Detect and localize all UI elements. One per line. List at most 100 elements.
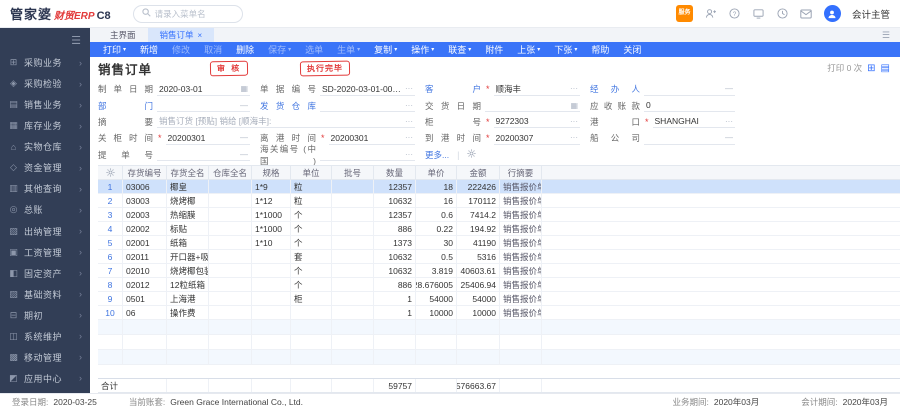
lookup-dash-icon[interactable]: — [240, 133, 248, 142]
toolbar-button-15[interactable]: 帮助 [584, 43, 616, 56]
lookup-dash-icon[interactable]: — [240, 101, 248, 110]
table-row-5[interactable]: 502001纸箱 1*10个 13733041190销售报价单... [98, 236, 900, 250]
lookup-ellipsis-icon[interactable]: ··· [405, 133, 413, 142]
column-header-code[interactable]: 存货编号 [123, 166, 167, 179]
toolbar-button-13[interactable]: 上张 ▾ [510, 43, 547, 56]
sidebar-item-7[interactable]: ▥ 其他查询 › [0, 178, 90, 199]
sidebar-item-13[interactable]: ⊟ 期初 › [0, 305, 90, 326]
lookup-ellipsis-icon[interactable]: ··· [405, 150, 413, 159]
tab-list-icon[interactable]: ☰ [872, 28, 900, 42]
field-input[interactable]: ▦ [485, 99, 580, 113]
toolbar-button-2[interactable]: 新增 [133, 43, 165, 56]
user-avatar[interactable] [823, 5, 841, 22]
close-tab-icon[interactable]: × [198, 31, 203, 40]
sidebar-item-5[interactable]: ⌂ 实物仓库 › [0, 136, 90, 157]
column-header-name[interactable]: 存货全名 [167, 166, 209, 179]
field-input[interactable]: 0 [644, 99, 735, 113]
lookup-ellipsis-icon[interactable]: ··· [725, 117, 733, 126]
table-row-3[interactable]: 302003热缩膜 1*1000个 123570.67414.2销售报价单... [98, 208, 900, 222]
field-input[interactable]: 20200307 ··· [493, 132, 580, 145]
sidebar-item-12[interactable]: ▨ 基础资料 › [0, 284, 90, 305]
mail-icon[interactable] [800, 7, 813, 20]
table-row-9[interactable]: 90501上海港柜15400054000销售报价单... [98, 292, 900, 306]
toolbar-button-12[interactable]: 附件 [478, 43, 510, 56]
column-header-price[interactable]: 单价 [416, 166, 457, 179]
field-label[interactable]: 客户 [425, 83, 481, 95]
lookup-ellipsis-icon[interactable]: ··· [405, 101, 413, 110]
lookup-ellipsis-icon[interactable]: ··· [405, 117, 413, 126]
tab-home[interactable]: 主界面 [98, 28, 148, 42]
toolbar-button-1[interactable]: 打印 ▾ [96, 43, 133, 56]
table-row-6[interactable]: 602011开口器+吸管 套 106320.55316销售报价单... [98, 250, 900, 264]
sidebar-item-1[interactable]: ⊞ 采购业务 › [0, 52, 90, 73]
sidebar-item-2[interactable]: ◈ 采购检验 › [0, 73, 90, 94]
more-fields-link[interactable]: 更多... [425, 149, 449, 161]
current-user-name[interactable]: 会计主管 [852, 7, 890, 21]
field-input[interactable]: ··· [320, 99, 415, 113]
help-icon[interactable]: ? [728, 7, 741, 20]
lookup-ellipsis-icon[interactable]: ··· [570, 84, 578, 93]
sidebar-item-15[interactable]: ▩ 移动管理 › [0, 347, 90, 368]
table-row-8[interactable]: 80201212粒纸箱 个 88628.67600525406.94销售报价单... [98, 278, 900, 292]
field-input[interactable]: SD-2020-03-01-00005 ··· [320, 83, 415, 96]
field-label[interactable]: 部门 [98, 100, 153, 112]
field-input[interactable]: — [644, 83, 735, 96]
sidebar-item-14[interactable]: ◫ 系统维护 › [0, 326, 90, 347]
panel-view-icon[interactable]: ▤ [881, 63, 890, 74]
field-input[interactable]: — [157, 148, 250, 162]
monitor-icon[interactable] [752, 7, 765, 20]
gear-icon[interactable] [467, 149, 477, 160]
toolbar-button-5[interactable]: 删除 [229, 43, 261, 56]
sidebar-item-9[interactable]: ▧ 出纳管理 › [0, 221, 90, 242]
calendar-icon[interactable]: ▦ [240, 84, 248, 93]
column-header-batch[interactable]: 批号 [332, 166, 374, 179]
lookup-ellipsis-icon[interactable]: ··· [570, 117, 578, 126]
column-header-memo[interactable]: 行摘要 [500, 166, 542, 179]
toolbar-button-10[interactable]: 操作 ▾ [404, 43, 441, 56]
column-header-amount[interactable]: 金额 [457, 166, 500, 179]
lookup-ellipsis-icon[interactable]: ··· [405, 84, 413, 93]
column-header-qty[interactable]: 数量 [374, 166, 416, 179]
toolbar-button-16[interactable]: 关闭 [616, 43, 648, 56]
field-label[interactable]: 经办人 [590, 83, 640, 95]
table-row-1[interactable]: 103006椰皇 1*9粒 1235718222426销售报价单... [98, 180, 900, 194]
lookup-dash-icon[interactable]: — [240, 150, 248, 159]
sidebar-item-8[interactable]: ◎ 总账 › [0, 199, 90, 220]
sidebar-item-16[interactable]: ◩ 应用中心 › [0, 368, 90, 389]
column-header-unit[interactable]: 单位 [291, 166, 332, 179]
sidebar-collapse-icon[interactable]: ☰ [71, 34, 81, 47]
field-input[interactable]: ··· [320, 148, 415, 162]
field-label[interactable]: 发货仓库 [260, 100, 316, 112]
lookup-dash-icon[interactable]: — [725, 84, 733, 93]
sidebar-item-11[interactable]: ◧ 固定资产 › [0, 263, 90, 284]
sidebar-item-10[interactable]: ▣ 工资管理 › [0, 242, 90, 263]
column-header-warehouse[interactable]: 仓库全名 [209, 166, 252, 179]
column-settings-gear-icon[interactable] [98, 166, 123, 179]
field-input[interactable]: 销售订货 [预贴] 销给 [顺海丰]: ··· [157, 115, 415, 129]
service-badge-icon[interactable]: 服务 [675, 5, 693, 22]
sidebar-item-4[interactable]: ▦ 库存业务 › [0, 115, 90, 136]
field-input[interactable]: 20200301 — [165, 132, 250, 145]
add-user-icon[interactable] [704, 7, 717, 20]
column-header-spec[interactable]: 规格 [252, 166, 291, 179]
toolbar-button-9[interactable]: 复制 ▾ [367, 43, 404, 56]
sidebar-item-3[interactable]: ▤ 销售业务 › [0, 94, 90, 115]
history-icon[interactable] [776, 7, 789, 20]
field-input[interactable]: 顺海丰 ··· [493, 83, 580, 96]
grid-view-icon[interactable]: ⊞ [867, 63, 875, 74]
table-row-2[interactable]: 203003烧烤椰 1*12粒 1063216170112销售报价单... [98, 194, 900, 208]
sidebar-item-6[interactable]: ◇ 资金管理 › [0, 157, 90, 178]
table-row-10[interactable]: 1006操作费11000010000销售报价单... [98, 306, 900, 320]
toolbar-button-14[interactable]: 下张 ▾ [547, 43, 584, 56]
table-row-7[interactable]: 702010烧烤椰包装袋 个 106323.81940603.61销售报价单... [98, 264, 900, 278]
lookup-ellipsis-icon[interactable]: ··· [570, 133, 578, 142]
field-input[interactable]: 9272303 ··· [493, 115, 580, 129]
field-input[interactable]: 2020-03-01 ▦ [157, 83, 250, 96]
menu-search-input[interactable]: 请录入菜单名 [132, 4, 243, 23]
toolbar-button-11[interactable]: 联查 ▾ [441, 43, 478, 56]
field-input[interactable]: SHANGHAI ··· [652, 115, 735, 129]
field-input[interactable]: — [157, 99, 250, 113]
table-row-4[interactable]: 402002标贴 1*1000个 8860.22194.92销售报价单... [98, 222, 900, 236]
tab-sales-order[interactable]: 销售订单 × [147, 28, 215, 42]
lookup-dash-icon[interactable]: — [725, 133, 733, 142]
